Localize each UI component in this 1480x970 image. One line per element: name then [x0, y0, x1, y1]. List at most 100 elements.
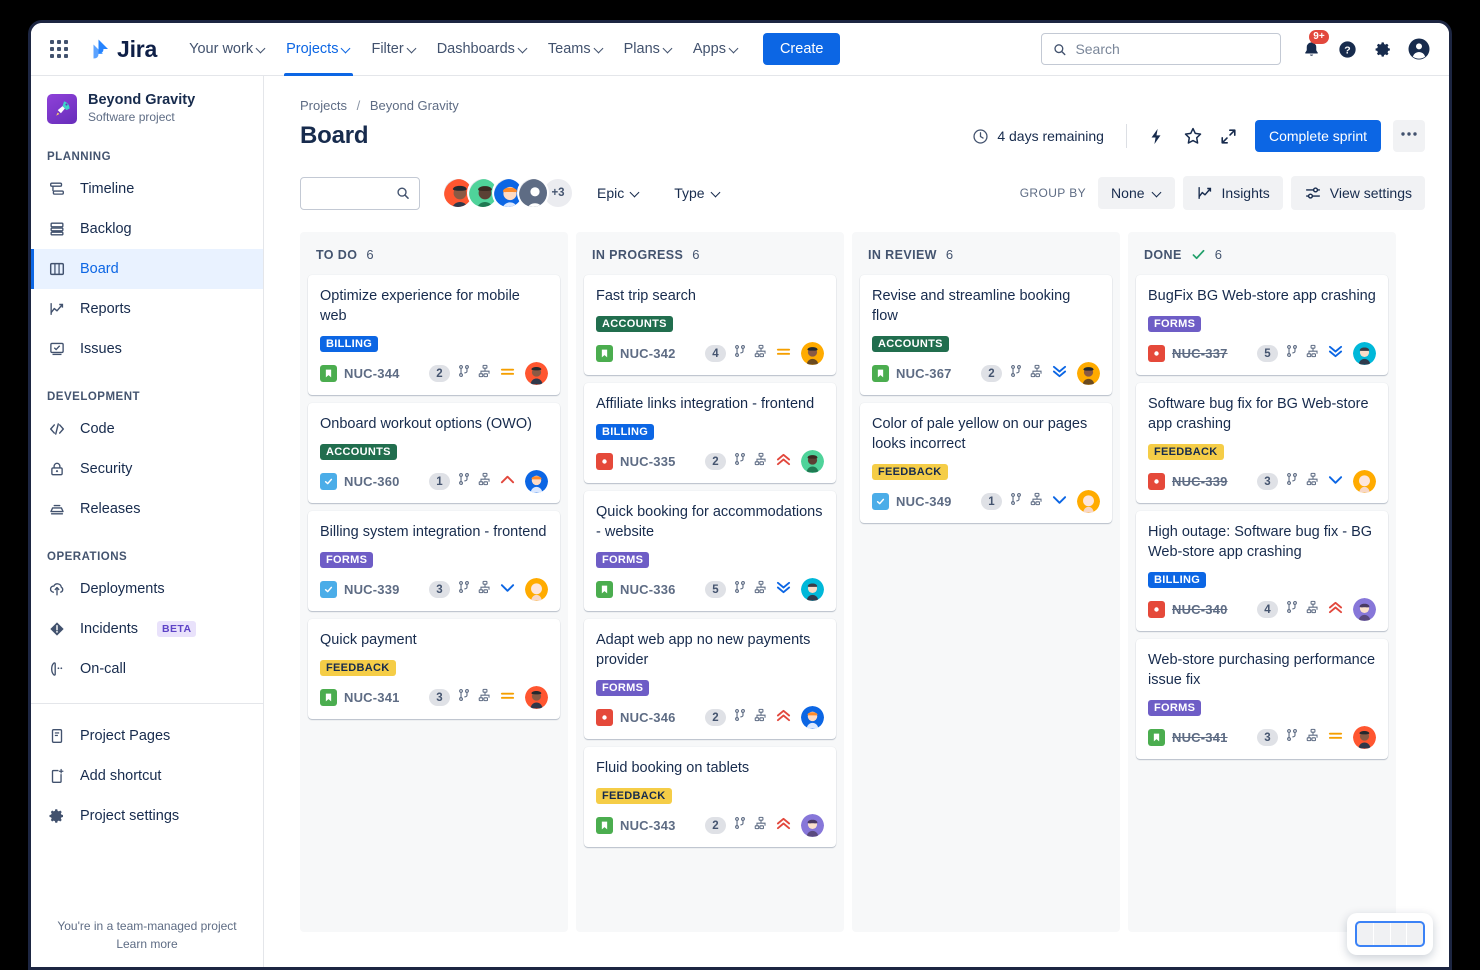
- notifications-button[interactable]: 9+: [1295, 33, 1327, 65]
- sidebar-item-on-call[interactable]: On-call: [31, 649, 263, 689]
- issue-key[interactable]: NUC-342: [620, 346, 676, 361]
- epic-label[interactable]: ACCOUNTS: [596, 316, 673, 332]
- epic-label[interactable]: ACCOUNTS: [320, 444, 397, 460]
- issue-key[interactable]: NUC-340: [1172, 602, 1228, 617]
- board-card[interactable]: Software bug fix for BG Web-store app cr…: [1136, 383, 1388, 503]
- epic-label[interactable]: BILLING: [1148, 572, 1206, 588]
- board-card[interactable]: Color of pale yellow on our pages looks …: [860, 403, 1112, 523]
- board-card[interactable]: Web-store purchasing performance issue f…: [1136, 639, 1388, 759]
- board-card[interactable]: Onboard workout options (OWO)ACCOUNTSNUC…: [308, 403, 560, 503]
- help-button[interactable]: ?: [1331, 33, 1363, 65]
- board-card[interactable]: Quick booking for accommodations - websi…: [584, 491, 836, 611]
- issue-key[interactable]: NUC-341: [1172, 730, 1228, 745]
- insights-button[interactable]: Insights: [1183, 176, 1283, 210]
- board-card[interactable]: Revise and streamline booking flowACCOUN…: [860, 275, 1112, 395]
- jira-logo[interactable]: Jira: [87, 36, 157, 63]
- board-search[interactable]: [300, 177, 420, 210]
- epic-label[interactable]: FEEDBACK: [1148, 444, 1224, 460]
- complete-sprint-button[interactable]: Complete sprint: [1255, 120, 1381, 152]
- issue-key[interactable]: NUC-343: [620, 818, 676, 833]
- sidebar-item-releases[interactable]: Releases: [31, 489, 263, 529]
- epic-label[interactable]: FORMS: [1148, 316, 1201, 332]
- board-card[interactable]: Affiliate links integration - frontendBI…: [584, 383, 836, 483]
- sidebar-item-timeline[interactable]: Timeline: [31, 169, 263, 209]
- nav-item-plans[interactable]: Plans: [614, 23, 683, 76]
- assignee-avatar[interactable]: [801, 706, 824, 729]
- issue-key[interactable]: NUC-367: [896, 366, 952, 381]
- epic-label[interactable]: BILLING: [596, 424, 654, 440]
- issue-key[interactable]: NUC-339: [1172, 474, 1228, 489]
- epic-label[interactable]: ACCOUNTS: [872, 336, 949, 352]
- sidebar-item-deployments[interactable]: Deployments: [31, 569, 263, 609]
- assignee-avatar[interactable]: [525, 470, 548, 493]
- settings-button[interactable]: [1367, 33, 1399, 65]
- board-card[interactable]: Billing system integration - frontendFOR…: [308, 511, 560, 611]
- board-card[interactable]: Adapt web app no new payments providerFO…: [584, 619, 836, 739]
- assignee-avatar[interactable]: [1353, 598, 1376, 621]
- sidebar-item-incidents[interactable]: Incidents BETA: [31, 609, 263, 649]
- assignee-avatar[interactable]: [525, 686, 548, 709]
- board-card[interactable]: BugFix BG Web-store app crashingFORMSNUC…: [1136, 275, 1388, 375]
- issue-key[interactable]: NUC-339: [344, 582, 400, 597]
- view-settings-button[interactable]: View settings: [1291, 176, 1425, 210]
- avatar[interactable]: [517, 177, 549, 209]
- epic-label[interactable]: FORMS: [596, 552, 649, 568]
- epic-label[interactable]: FORMS: [320, 552, 373, 568]
- assignee-avatar[interactable]: [525, 362, 548, 385]
- board-search-input[interactable]: [310, 185, 396, 201]
- sidebar-item-project-settings[interactable]: Project settings: [31, 796, 263, 836]
- breadcrumb-projects[interactable]: Projects: [300, 98, 347, 113]
- group-by-dropdown[interactable]: None: [1098, 177, 1174, 209]
- sidebar-item-project-pages[interactable]: Project Pages: [31, 716, 263, 756]
- issue-key[interactable]: NUC-360: [344, 474, 400, 489]
- issue-key[interactable]: NUC-349: [896, 494, 952, 509]
- assignee-avatar[interactable]: [801, 342, 824, 365]
- issue-key[interactable]: NUC-344: [344, 366, 400, 381]
- nav-item-projects[interactable]: Projects: [276, 23, 361, 76]
- automation-button[interactable]: [1141, 120, 1173, 152]
- epic-label[interactable]: FEEDBACK: [320, 660, 396, 676]
- app-switcher-icon[interactable]: [43, 33, 75, 65]
- assignee-avatar[interactable]: [801, 578, 824, 601]
- issue-key[interactable]: NUC-336: [620, 582, 676, 597]
- epic-label[interactable]: FEEDBACK: [596, 788, 672, 804]
- sidebar-item-board[interactable]: Board: [31, 249, 263, 289]
- more-actions-button[interactable]: [1393, 120, 1425, 152]
- assignee-avatar[interactable]: [1077, 490, 1100, 513]
- assignee-avatar[interactable]: [1353, 470, 1376, 493]
- project-header[interactable]: Beyond Gravity Software project: [31, 92, 263, 125]
- epic-label[interactable]: FORMS: [1148, 700, 1201, 716]
- board-card[interactable]: High outage: Software bug fix - BG Web-s…: [1136, 511, 1388, 631]
- user-avatar-button[interactable]: [1403, 33, 1435, 65]
- assignee-avatar[interactable]: [801, 814, 824, 837]
- nav-item-filter[interactable]: Filter: [361, 23, 426, 76]
- star-button[interactable]: [1177, 120, 1209, 152]
- sidebar-item-backlog[interactable]: Backlog: [31, 209, 263, 249]
- epic-label[interactable]: FORMS: [596, 680, 649, 696]
- sidebar-item-add-shortcut[interactable]: Add shortcut: [31, 756, 263, 796]
- learn-more-link[interactable]: Learn more: [31, 937, 263, 951]
- issue-key[interactable]: NUC-335: [620, 454, 676, 469]
- sidebar-item-code[interactable]: Code: [31, 409, 263, 449]
- search-input[interactable]: [1075, 41, 1269, 57]
- create-button[interactable]: Create: [763, 33, 841, 65]
- assignee-avatar[interactable]: [525, 578, 548, 601]
- issue-key[interactable]: NUC-346: [620, 710, 676, 725]
- breadcrumb-project[interactable]: Beyond Gravity: [370, 98, 459, 113]
- board-widget-button[interactable]: [1347, 913, 1433, 955]
- nav-item-dashboards[interactable]: Dashboards: [427, 23, 538, 76]
- board-card[interactable]: Quick paymentFEEDBACKNUC-3413: [308, 619, 560, 719]
- board-card[interactable]: Optimize experience for mobile webBILLIN…: [308, 275, 560, 395]
- epic-filter-dropdown[interactable]: Epic: [586, 178, 651, 208]
- assignee-avatar[interactable]: [1353, 342, 1376, 365]
- assignee-avatar[interactable]: [801, 450, 824, 473]
- sidebar-item-reports[interactable]: Reports: [31, 289, 263, 329]
- board-card[interactable]: Fluid booking on tabletsFEEDBACKNUC-3432: [584, 747, 836, 847]
- epic-label[interactable]: BILLING: [320, 336, 378, 352]
- nav-item-your-work[interactable]: Your work: [179, 23, 276, 76]
- global-search[interactable]: [1041, 33, 1281, 65]
- issue-key[interactable]: NUC-341: [344, 690, 400, 705]
- assignee-avatar[interactable]: [1353, 726, 1376, 749]
- sidebar-item-issues[interactable]: Issues: [31, 329, 263, 369]
- assignee-avatar[interactable]: [1077, 362, 1100, 385]
